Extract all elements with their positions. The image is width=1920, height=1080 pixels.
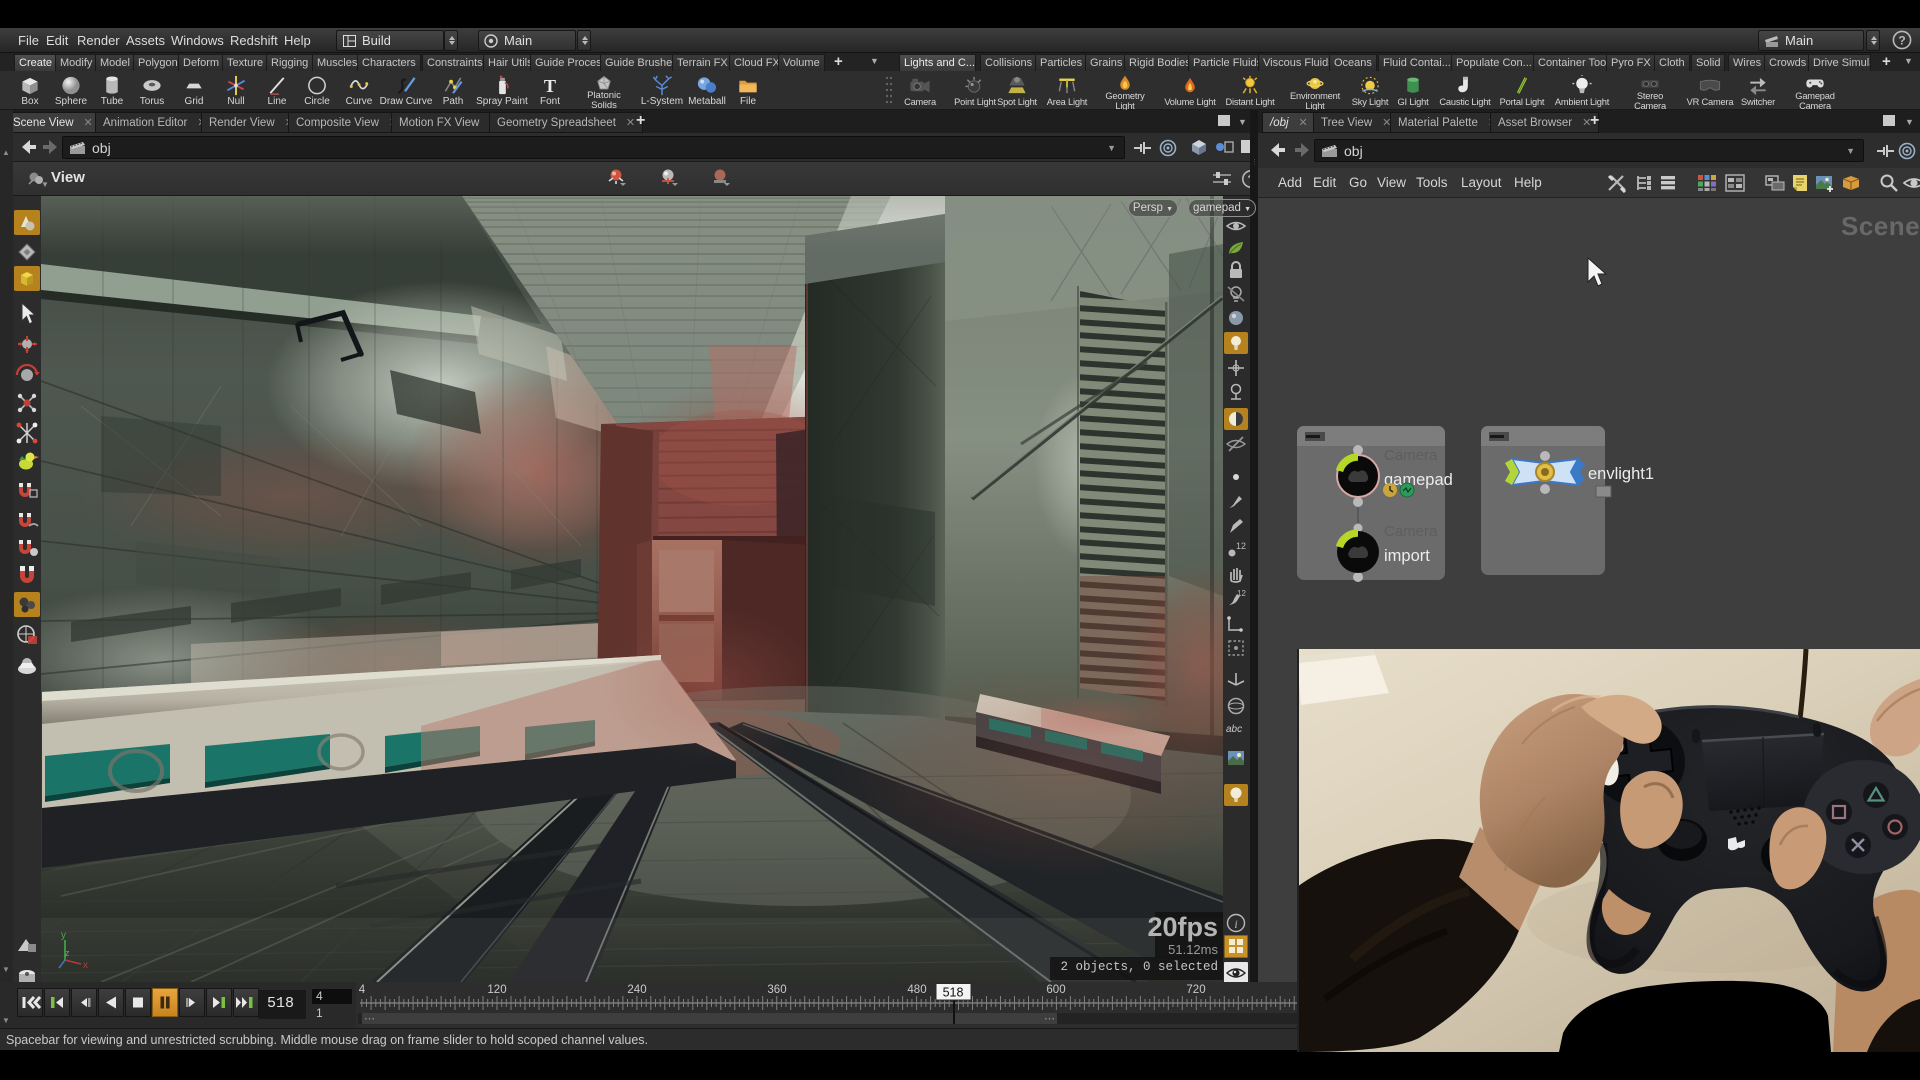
svg-text:y: y: [61, 930, 66, 941]
svg-text:import: import: [1384, 547, 1430, 565]
svg-text:4: 4: [359, 984, 366, 996]
svg-text:i: i: [1234, 917, 1237, 931]
svg-text:Camera: Camera: [1384, 523, 1438, 540]
svg-text:120: 120: [487, 984, 506, 996]
svg-text:T: T: [544, 76, 556, 96]
svg-text:360: 360: [767, 984, 786, 996]
svg-text:⋯: ⋯: [364, 1013, 375, 1025]
svg-text:480: 480: [907, 984, 926, 996]
svg-text:240: 240: [627, 984, 646, 996]
svg-text:12: 12: [1237, 589, 1246, 598]
svg-text:720: 720: [1186, 984, 1205, 996]
svg-text:600: 600: [1046, 984, 1065, 996]
svg-text:z: z: [65, 948, 70, 958]
svg-text:12: 12: [1236, 541, 1246, 551]
svg-text:x: x: [83, 960, 88, 970]
svg-text:518: 518: [943, 986, 964, 1000]
svg-text:⋯: ⋯: [1044, 1013, 1055, 1025]
svg-text:Camera: Camera: [1384, 447, 1438, 464]
svg-text:?: ?: [1898, 34, 1905, 48]
svg-text:envlight1: envlight1: [1588, 465, 1654, 483]
